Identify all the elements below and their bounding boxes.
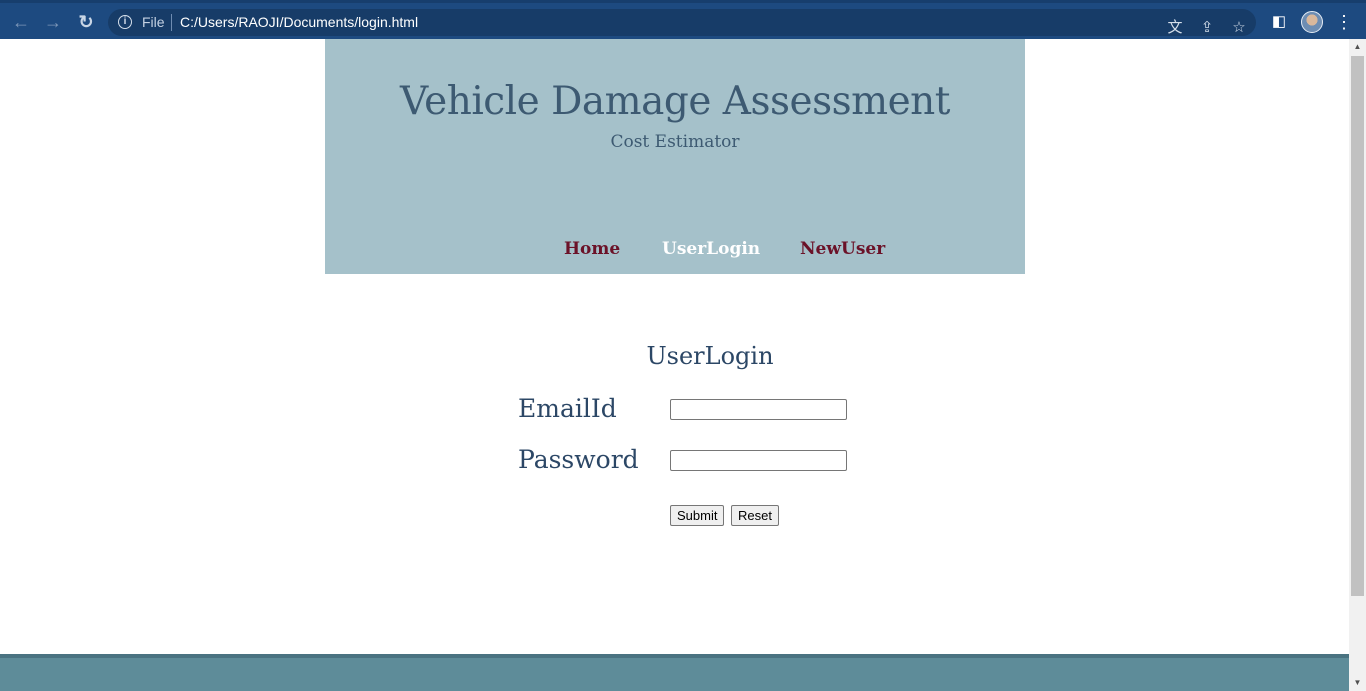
header-banner: Vehicle Damage Assessment Cost Estimator… — [325, 39, 1025, 274]
nav-home-link[interactable]: Home — [564, 239, 620, 259]
forward-arrow-icon[interactable]: → — [40, 9, 66, 35]
site-subtitle: Cost Estimator — [610, 132, 740, 152]
page-content: Vehicle Damage Assessment Cost Estimator… — [0, 39, 1349, 691]
profile-avatar[interactable] — [1301, 11, 1323, 33]
password-label: Password — [518, 445, 639, 474]
url-text[interactable]: C:/Users/RAOJI/Documents/login.html — [180, 14, 418, 30]
share-icon[interactable]: ⇪ — [1196, 17, 1218, 39]
info-icon[interactable]: i — [118, 15, 132, 29]
side-panel-icon[interactable]: ◧ — [1268, 11, 1290, 33]
submit-button[interactable]: Submit — [670, 505, 725, 526]
site-title: Vehicle Damage Assessment — [400, 79, 950, 124]
scroll-down-icon[interactable]: ▼ — [1349, 675, 1366, 691]
scroll-up-icon[interactable]: ▲ — [1349, 39, 1366, 55]
file-label: File — [142, 14, 165, 30]
email-label: EmailId — [518, 394, 617, 423]
bookmark-star-icon[interactable]: ☆ — [1228, 17, 1250, 39]
reset-button[interactable]: Reset — [731, 505, 779, 526]
vertical-scrollbar[interactable]: ▲ ▼ — [1349, 39, 1366, 691]
password-field[interactable] — [670, 450, 847, 471]
nav-newuser-link[interactable]: NewUser — [800, 239, 885, 259]
browser-toolbar: ← → ↻ i File C:/Users/RAOJI/Documents/lo… — [0, 0, 1366, 39]
address-bar[interactable]: i File C:/Users/RAOJI/Documents/login.ht… — [108, 9, 1256, 36]
footer-bar — [0, 654, 1349, 691]
address-separator — [171, 14, 172, 31]
translate-icon[interactable]: 文 — [1164, 17, 1186, 39]
login-form-title: UserLogin — [646, 342, 774, 370]
browser-menu-icon[interactable]: ⋮ — [1333, 11, 1355, 33]
scroll-thumb[interactable] — [1351, 56, 1364, 596]
reload-icon[interactable]: ↻ — [73, 9, 99, 35]
back-arrow-icon[interactable]: ← — [8, 9, 34, 35]
email-field[interactable] — [670, 399, 847, 420]
nav-userlogin-link[interactable]: UserLogin — [662, 239, 760, 259]
